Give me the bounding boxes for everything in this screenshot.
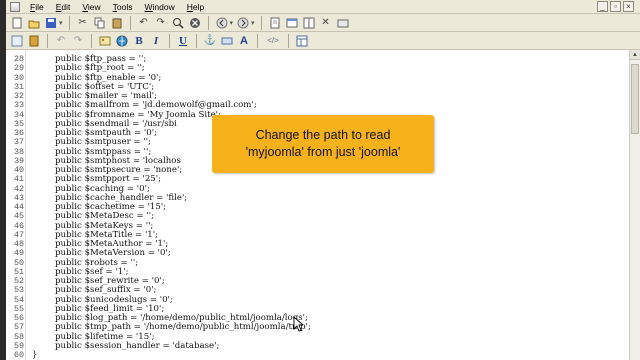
- stop-icon[interactable]: [188, 16, 202, 30]
- italic-button[interactable]: I: [149, 34, 163, 48]
- menu-window[interactable]: Window: [139, 0, 181, 14]
- toolbar-divider: [207, 15, 209, 30]
- underline-button[interactable]: U: [176, 34, 190, 48]
- menu-file[interactable]: File: [24, 0, 50, 14]
- toolbar-divider: [68, 15, 70, 30]
- toolbar-divider: [196, 33, 197, 48]
- anchor-icon[interactable]: ⚓: [203, 34, 217, 48]
- window-icon[interactable]: [285, 16, 299, 30]
- scroll-thumb[interactable]: [631, 64, 639, 134]
- image-icon[interactable]: [98, 34, 112, 48]
- toolbar-divider: [91, 33, 92, 48]
- chevron-down-icon[interactable]: ▾: [251, 19, 255, 27]
- main-toolbar: ▾ ✂ ↶ ↷ ▾ ▾ ✕: [6, 14, 640, 32]
- minimize-button[interactable]: _: [597, 1, 608, 12]
- globe-icon[interactable]: [115, 34, 129, 48]
- bold-button[interactable]: B: [132, 34, 146, 48]
- toolbar-divider: [260, 15, 262, 30]
- instruction-callout: Change the path to read 'myjoomla' from …: [212, 115, 434, 173]
- undo-icon[interactable]: ↶: [54, 34, 68, 48]
- code-line[interactable]: }: [32, 350, 37, 360]
- list-icon[interactable]: [10, 34, 24, 48]
- chevron-down-icon[interactable]: ▾: [59, 19, 63, 27]
- redo-icon[interactable]: ↷: [154, 16, 168, 30]
- format-toolbar: ↶ ↷ B I U ⚓ A </>: [6, 32, 640, 50]
- scroll-up-icon[interactable]: ▲: [630, 50, 640, 60]
- insert-icon[interactable]: [220, 34, 234, 48]
- forward-icon[interactable]: [236, 16, 250, 30]
- menu-help[interactable]: Help: [181, 0, 210, 14]
- toolbar-divider: [288, 33, 289, 48]
- tag-button[interactable]: </>: [264, 34, 282, 48]
- paste-icon[interactable]: [110, 16, 124, 30]
- menu-bar: File Edit View Tools Window Help _ ▫ ×: [6, 0, 640, 14]
- close-icon[interactable]: ✕: [319, 16, 333, 30]
- code-line[interactable]: public $session_handler = 'database';: [55, 341, 219, 351]
- code-editor[interactable]: 28 29 30 31 32 33 34 35 36 37 38 39 40 41 42 43 44 45 46 47…: [6, 50, 629, 360]
- window-controls: _ ▫ ×: [597, 1, 634, 12]
- callout-line-1: Change the path to read: [255, 128, 391, 142]
- mouse-cursor-icon: [293, 316, 303, 332]
- menu-view[interactable]: View: [76, 0, 106, 14]
- open-icon[interactable]: [27, 16, 41, 30]
- line-number: 60: [13, 350, 24, 360]
- copy-icon[interactable]: [93, 16, 107, 30]
- toolbar-divider: [129, 15, 131, 30]
- settings-icon[interactable]: [336, 16, 350, 30]
- redo-icon[interactable]: ↷: [71, 34, 85, 48]
- toolbar-divider: [47, 33, 48, 48]
- menu-edit[interactable]: Edit: [50, 0, 77, 14]
- save-icon[interactable]: [44, 16, 58, 30]
- back-icon[interactable]: [215, 16, 229, 30]
- menu-tools[interactable]: Tools: [107, 0, 139, 14]
- font-button[interactable]: A: [237, 34, 251, 48]
- callout-line-2: 'myjoomla' from just 'joomla': [245, 145, 401, 159]
- toolbar-divider: [257, 33, 258, 48]
- toolbar-divider: [169, 33, 170, 48]
- restore-button[interactable]: ▫: [610, 1, 621, 12]
- undo-icon[interactable]: ↶: [137, 16, 151, 30]
- line-number-gutter: 28 29 30 31 32 33 34 35 36 37 38 39 40 41 42 43 44 45 46 47…: [6, 50, 26, 360]
- new-icon[interactable]: [10, 16, 24, 30]
- bookmark-icon[interactable]: [27, 34, 41, 48]
- cut-icon[interactable]: ✂: [76, 16, 90, 30]
- app-icon: [10, 1, 20, 12]
- split-icon[interactable]: [302, 16, 316, 30]
- table-icon[interactable]: [295, 34, 309, 48]
- chevron-down-icon[interactable]: ▾: [230, 19, 234, 27]
- vertical-scrollbar[interactable]: ▲: [629, 50, 640, 360]
- document-icon[interactable]: [268, 16, 282, 30]
- find-icon[interactable]: [171, 16, 185, 30]
- close-window-button[interactable]: ×: [623, 1, 634, 12]
